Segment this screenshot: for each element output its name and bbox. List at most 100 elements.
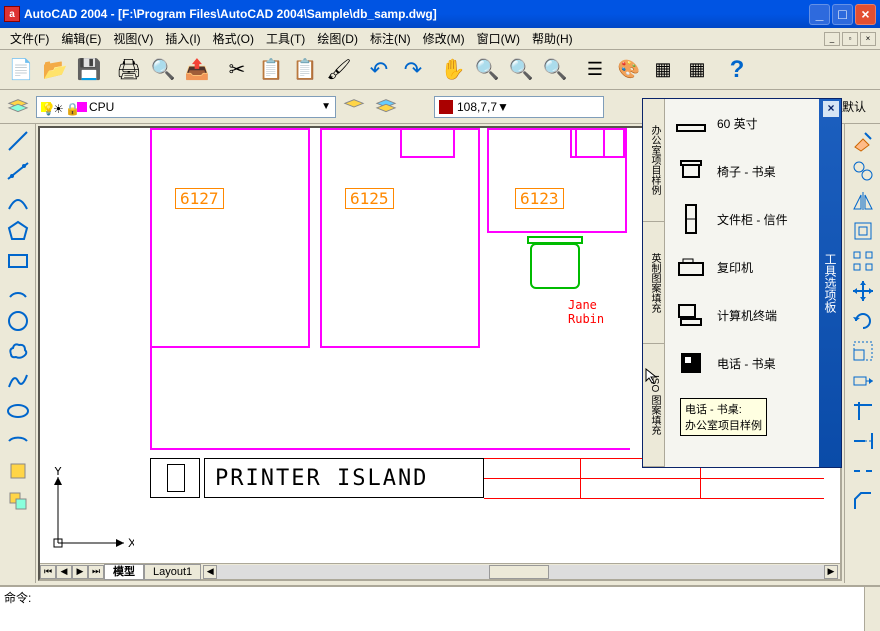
match-properties-button[interactable] bbox=[323, 54, 355, 86]
menu-tools[interactable]: 工具(T) bbox=[260, 28, 311, 49]
rotate-button[interactable] bbox=[848, 306, 878, 336]
print-preview-button[interactable] bbox=[147, 54, 179, 86]
erase-button[interactable] bbox=[848, 126, 878, 156]
palette-tab[interactable]: 英制图案填充 bbox=[643, 222, 664, 345]
menu-window[interactable]: 窗口(W) bbox=[471, 28, 526, 49]
command-scrollbar[interactable] bbox=[864, 587, 880, 631]
layer-states-button[interactable] bbox=[372, 93, 400, 121]
revision-cloud-button[interactable] bbox=[3, 336, 33, 366]
chamfer-button[interactable] bbox=[848, 486, 878, 516]
mdi-minimize[interactable]: _ bbox=[824, 32, 840, 46]
make-block-button[interactable] bbox=[3, 486, 33, 516]
properties-button[interactable] bbox=[579, 54, 611, 86]
color-combo[interactable]: 108,7,7 ▼ bbox=[434, 96, 604, 118]
horizontal-scrollbar[interactable]: ◀ ▶ bbox=[203, 565, 838, 579]
line-button[interactable] bbox=[3, 126, 33, 156]
scale-button[interactable] bbox=[848, 336, 878, 366]
paste-button[interactable] bbox=[289, 54, 321, 86]
pan-button[interactable] bbox=[437, 54, 469, 86]
tooltip: 电话 - 书桌: 办公室项目样例 bbox=[680, 398, 767, 436]
minimize-button[interactable]: _ bbox=[809, 4, 830, 25]
spline-button[interactable] bbox=[3, 366, 33, 396]
arc-button[interactable] bbox=[3, 276, 33, 306]
zoom-realtime-button[interactable] bbox=[471, 54, 503, 86]
layer-previous-button[interactable] bbox=[340, 93, 368, 121]
freeze-icon: ☀ bbox=[53, 102, 63, 112]
ellipse-arc-button[interactable] bbox=[3, 426, 33, 456]
help-button[interactable] bbox=[721, 54, 753, 86]
tab-last-button[interactable]: ⏭ bbox=[88, 565, 104, 579]
palette-tab[interactable]: ISO 图案填充 bbox=[643, 344, 664, 467]
chevron-down-icon: ▼ bbox=[497, 100, 509, 114]
palette-item[interactable]: 文件柜 - 信件 bbox=[665, 195, 819, 243]
menu-format[interactable]: 格式(O) bbox=[207, 28, 260, 49]
publish-button[interactable] bbox=[181, 54, 213, 86]
layer-combo[interactable]: 💡 ☀ 🔒 CPU ▼ bbox=[36, 96, 336, 118]
palette-item[interactable]: 60 英寸 bbox=[665, 99, 819, 147]
save-button[interactable] bbox=[73, 54, 105, 86]
menu-file[interactable]: 文件(F) bbox=[4, 28, 55, 49]
zoom-window-button[interactable] bbox=[505, 54, 537, 86]
trim-button[interactable] bbox=[848, 396, 878, 426]
menu-dimension[interactable]: 标注(N) bbox=[364, 28, 417, 49]
mirror-button[interactable] bbox=[848, 186, 878, 216]
open-button[interactable] bbox=[39, 54, 71, 86]
ucs-icon: X Y bbox=[44, 467, 134, 557]
tab-first-button[interactable]: ⏮ bbox=[40, 565, 56, 579]
rectangle-button[interactable] bbox=[3, 246, 33, 276]
palette-title-bar[interactable]: × 工具选项板 bbox=[819, 99, 841, 467]
array-button[interactable] bbox=[848, 246, 878, 276]
layer-manager-button[interactable] bbox=[4, 93, 32, 121]
model-tab[interactable]: 模型 bbox=[104, 564, 144, 580]
menu-insert[interactable]: 插入(I) bbox=[159, 28, 206, 49]
cut-button[interactable] bbox=[221, 54, 253, 86]
menubar: 文件(F) 编辑(E) 视图(V) 插入(I) 格式(O) 工具(T) 绘图(D… bbox=[0, 28, 880, 50]
mdi-restore[interactable]: ▫ bbox=[842, 32, 858, 46]
computer-icon bbox=[673, 297, 709, 333]
tool-palettes-button[interactable] bbox=[647, 54, 679, 86]
move-button[interactable] bbox=[848, 276, 878, 306]
extend-button[interactable] bbox=[848, 426, 878, 456]
layout-tab[interactable]: Layout1 bbox=[144, 564, 201, 580]
undo-button[interactable] bbox=[363, 54, 395, 86]
palette-item[interactable]: 椅子 - 书桌 bbox=[665, 147, 819, 195]
tab-next-button[interactable]: ▶ bbox=[72, 565, 88, 579]
palette-item[interactable]: 复印机 bbox=[665, 243, 819, 291]
break-button[interactable] bbox=[848, 456, 878, 486]
menu-modify[interactable]: 修改(M) bbox=[417, 28, 471, 49]
menu-help[interactable]: 帮助(H) bbox=[526, 28, 579, 49]
new-button[interactable] bbox=[5, 54, 37, 86]
copy-button[interactable] bbox=[255, 54, 287, 86]
polyline-button[interactable] bbox=[3, 186, 33, 216]
circle-button[interactable] bbox=[3, 306, 33, 336]
menu-edit[interactable]: 编辑(E) bbox=[55, 28, 107, 49]
tab-prev-button[interactable]: ◀ bbox=[56, 565, 72, 579]
insert-block-button[interactable] bbox=[3, 456, 33, 486]
offset-button[interactable] bbox=[848, 216, 878, 246]
draw-toolbar bbox=[0, 124, 36, 583]
close-button[interactable]: × bbox=[855, 4, 876, 25]
maximize-button[interactable]: □ bbox=[832, 4, 853, 25]
palette-close-button[interactable]: × bbox=[823, 101, 839, 117]
palette-tab[interactable]: 办公室项目样例 bbox=[643, 99, 664, 222]
zoom-previous-button[interactable] bbox=[539, 54, 571, 86]
ellipse-button[interactable] bbox=[3, 396, 33, 426]
menu-draw[interactable]: 绘图(D) bbox=[311, 28, 364, 49]
polygon-button[interactable] bbox=[3, 216, 33, 246]
sheetset-button[interactable] bbox=[681, 54, 713, 86]
redo-button[interactable] bbox=[397, 54, 429, 86]
mdi-close[interactable]: × bbox=[860, 32, 876, 46]
command-line[interactable]: 命令: bbox=[0, 585, 880, 631]
palette-item[interactable]: 电话 - 书桌 bbox=[665, 339, 819, 387]
copy-button[interactable] bbox=[848, 156, 878, 186]
stretch-button[interactable] bbox=[848, 366, 878, 396]
menu-view[interactable]: 视图(V) bbox=[107, 28, 159, 49]
layer-color-swatch bbox=[77, 102, 87, 112]
construction-line-button[interactable] bbox=[3, 156, 33, 186]
linetype-default: 默认 bbox=[842, 98, 866, 115]
layout-tab-bar: ⏮ ◀ ▶ ⏭ 模型 Layout1 ◀ ▶ bbox=[40, 563, 840, 579]
printer-island-label: PRINTER ISLAND bbox=[215, 466, 428, 491]
print-button[interactable] bbox=[113, 54, 145, 86]
designcenter-button[interactable] bbox=[613, 54, 645, 86]
palette-item[interactable]: 计算机终端 bbox=[665, 291, 819, 339]
